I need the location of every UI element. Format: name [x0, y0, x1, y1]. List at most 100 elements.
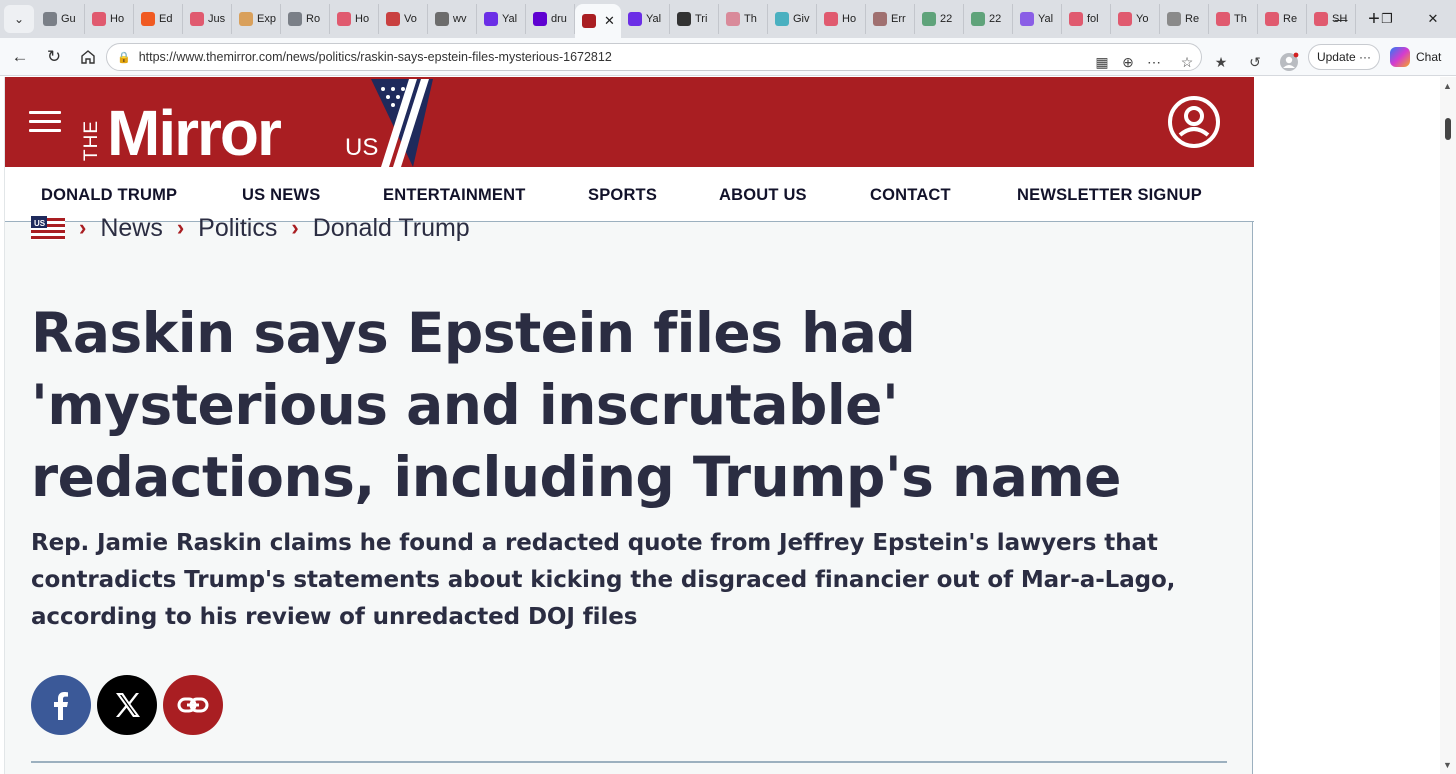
minimize-icon: —: [1334, 11, 1348, 27]
app-available-icon[interactable]: ▦: [1090, 50, 1114, 74]
browser-tab[interactable]: Giv: [768, 4, 817, 34]
browser-tab[interactable]: Th: [719, 4, 768, 34]
browser-tab[interactable]: Ed: [134, 4, 183, 34]
tab-list: Gu Ho Ed Jus Exp Ro Ho Vo wv Yal dru ✕ Yal Tri Th Giv Ho…: [36, 0, 1356, 38]
flag-label: US: [34, 219, 46, 228]
tab-title: Re: [1185, 13, 1200, 25]
close-window-button[interactable]: ✕: [1410, 0, 1456, 38]
minimize-button[interactable]: —: [1318, 0, 1364, 38]
site-info-icon[interactable]: 🔒: [117, 51, 131, 64]
copy-link-button[interactable]: [163, 675, 223, 735]
tab-favicon-icon: [824, 12, 838, 26]
scroll-up-icon[interactable]: ▲: [1443, 81, 1452, 91]
browser-tab[interactable]: Jus: [183, 4, 232, 34]
profile-avatar[interactable]: [1277, 50, 1301, 74]
nav-sports[interactable]: SPORTS: [588, 186, 657, 205]
browser-tab[interactable]: Ho: [85, 4, 134, 34]
us-flag-icon[interactable]: US: [31, 216, 65, 240]
zoom-icon[interactable]: ⊕: [1116, 50, 1140, 74]
history-icon[interactable]: ↺: [1243, 50, 1267, 74]
breadcrumb: US › News › Politics › Donald Trump: [31, 213, 470, 243]
browser-tab[interactable]: Tri: [670, 4, 719, 34]
tab-title: Yo: [1136, 13, 1149, 25]
browser-tab[interactable]: wv: [428, 4, 477, 34]
page-viewport: THE Mirror US DONALD TRUMP US NEWS ENTER…: [0, 77, 1440, 774]
browser-tab[interactable]: 22: [964, 4, 1013, 34]
browser-tab[interactable]: Yo: [1111, 4, 1160, 34]
facebook-icon: [54, 692, 68, 720]
tab-title: Th: [744, 13, 757, 25]
tab-favicon-icon: [1216, 12, 1230, 26]
browser-tab[interactable]: Vo: [379, 4, 428, 34]
address-bar[interactable]: 🔒 https://www.themirror.com/news/politic…: [106, 43, 1202, 71]
tab-favicon-icon: [582, 14, 596, 28]
back-arrow-icon: ←: [11, 47, 29, 66]
share-x-button[interactable]: [97, 675, 157, 735]
breadcrumb-politics[interactable]: Politics: [198, 214, 277, 243]
tab-title: Ho: [355, 13, 370, 25]
scrollbar-thumb[interactable]: [1445, 118, 1451, 140]
browser-tab[interactable]: fol: [1062, 4, 1111, 34]
favorite-star-icon[interactable]: ☆: [1175, 50, 1199, 74]
more-tools-icon[interactable]: ⋯: [1142, 50, 1166, 74]
browser-tab[interactable]: Yal: [621, 4, 670, 34]
address-url-text: https://www.themirror.com/news/politics/…: [138, 50, 612, 64]
browser-toolbar: ← ↻ 🔒 https://www.themirror.com/news/pol…: [0, 38, 1456, 76]
update-button[interactable]: Update ···: [1308, 44, 1380, 70]
tab-title: Ro: [306, 13, 321, 25]
browser-tab[interactable]: dru: [526, 4, 575, 34]
tab-title: 22: [940, 13, 953, 25]
nav-contact[interactable]: CONTACT: [870, 186, 951, 205]
tab-favicon-icon: [141, 12, 155, 26]
breadcrumb-news[interactable]: News: [100, 214, 163, 243]
browser-tab[interactable]: Yal: [1013, 4, 1062, 34]
mirror-us-logo[interactable]: THE Mirror US: [83, 79, 433, 167]
back-button[interactable]: ←: [8, 45, 32, 69]
nav-entertainment[interactable]: ENTERTAINMENT: [383, 186, 526, 205]
browser-tab[interactable]: 22: [915, 4, 964, 34]
tab-favicon-icon: [533, 12, 547, 26]
browser-tab[interactable]: Th: [1209, 4, 1258, 34]
favorites-icon[interactable]: ★: [1209, 50, 1233, 74]
restore-button[interactable]: ❐: [1364, 0, 1410, 38]
browser-tab[interactable]: Gu: [36, 4, 85, 34]
share-facebook-button[interactable]: [31, 675, 91, 735]
browser-tab[interactable]: ✕: [575, 4, 621, 38]
breadcrumb-donald-trump[interactable]: Donald Trump: [313, 214, 470, 243]
browser-tab[interactable]: Ho: [330, 4, 379, 34]
browser-tab[interactable]: Ho: [817, 4, 866, 34]
home-button[interactable]: [76, 45, 100, 69]
close-icon: ✕: [1427, 11, 1439, 26]
tab-favicon-icon: [435, 12, 449, 26]
svg-text:THE: THE: [83, 120, 102, 161]
tab-title: wv: [453, 13, 467, 25]
tab-title: Yal: [502, 13, 518, 25]
tab-actions-menu-button[interactable]: ⌄: [4, 5, 34, 33]
tab-favicon-icon: [873, 12, 887, 26]
browser-tab[interactable]: Re: [1160, 4, 1209, 34]
refresh-button[interactable]: ↻: [42, 45, 66, 69]
hamburger-menu-icon[interactable]: [29, 111, 61, 133]
nav-newsletter-signup[interactable]: NEWSLETTER SIGNUP: [1017, 186, 1202, 205]
chevron-right-icon: ›: [79, 215, 87, 240]
refresh-icon: ↻: [46, 47, 62, 66]
tab-title: Vo: [404, 13, 417, 25]
browser-tab[interactable]: Re: [1258, 4, 1307, 34]
close-tab-icon[interactable]: ✕: [604, 13, 615, 29]
account-icon[interactable]: [1167, 95, 1221, 149]
nav-donald-trump[interactable]: DONALD TRUMP: [41, 186, 177, 205]
tab-title: Ed: [159, 13, 173, 25]
tab-favicon-icon: [1069, 12, 1083, 26]
tab-favicon-icon: [43, 12, 57, 26]
nav-us-news[interactable]: US NEWS: [242, 186, 320, 205]
browser-tab[interactable]: Exp: [232, 4, 281, 34]
tab-title: Jus: [208, 13, 226, 25]
tab-title: Exp: [257, 13, 276, 25]
scroll-down-icon[interactable]: ▼: [1443, 760, 1452, 770]
copilot-chat-button[interactable]: Chat: [1390, 44, 1441, 70]
browser-tab[interactable]: Err: [866, 4, 915, 34]
browser-tab[interactable]: Ro: [281, 4, 330, 34]
nav-about-us[interactable]: ABOUT US: [719, 186, 807, 205]
page-scrollbar[interactable]: ▲ ▼: [1440, 77, 1456, 774]
browser-tab[interactable]: Yal: [477, 4, 526, 34]
